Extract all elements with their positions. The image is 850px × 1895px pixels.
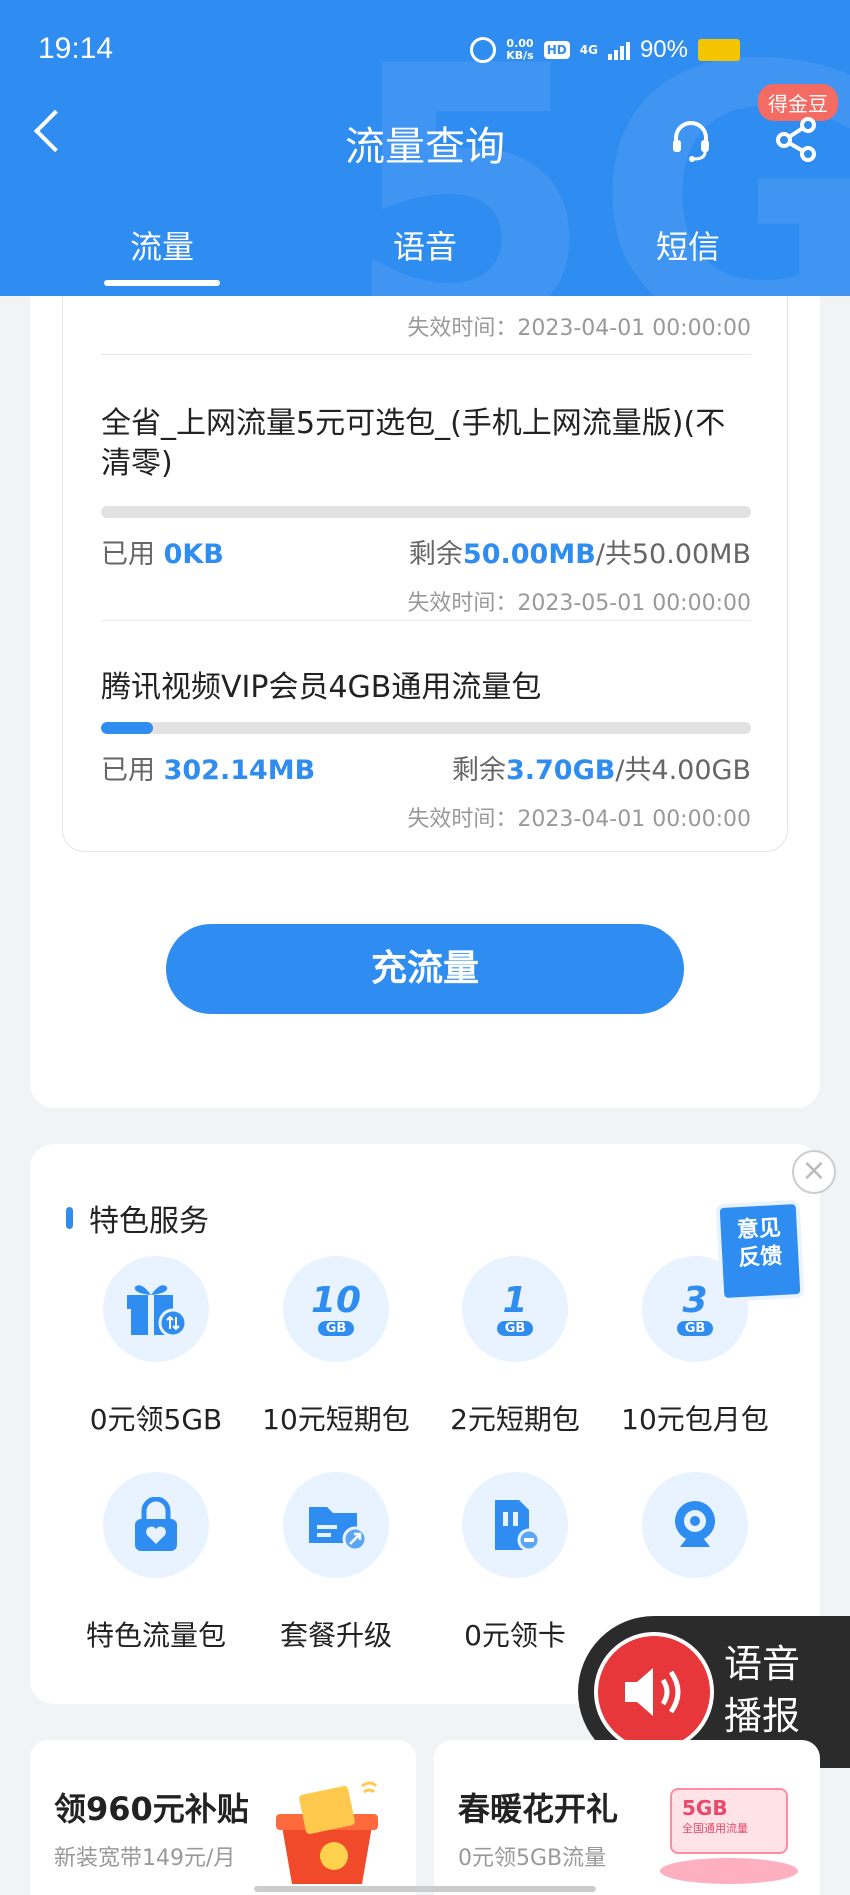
service-special-pack[interactable]: 特色流量包: [71, 1472, 241, 1654]
usage-row: 已用 302.14MB 剩余3.70GB/共4.00GB: [101, 748, 751, 787]
package-name: 全省_上网流量5元可选包_(手机上网流量版)(不清零): [101, 406, 726, 481]
camera-icon: [675, 1501, 715, 1547]
3gb-icon: 3 GB: [676, 1282, 714, 1336]
lock-heart-icon: [135, 1497, 177, 1551]
home-indicator[interactable]: [254, 1886, 596, 1892]
section-marker: [66, 1207, 73, 1229]
service-free-card[interactable]: 0元领卡: [430, 1472, 600, 1654]
service-label: 10元包月包: [621, 1403, 769, 1436]
status-time: 19:14: [38, 32, 114, 65]
service-label: 0元领卡: [464, 1619, 566, 1652]
service-2-short[interactable]: 1 GB 2元短期包: [430, 1256, 600, 1438]
header: 5G 19:14 0.00 KB/s HD 4G 90% 流量查询 得金豆 流量…: [0, 0, 850, 296]
5gb-coupon-image: 5GB 全国通用流量: [670, 1788, 788, 1854]
service-label: 特色流量包: [85, 1619, 226, 1652]
close-icon[interactable]: ×: [792, 1150, 836, 1194]
expire-time: 失效时间：2023-04-01 00:00:00: [407, 316, 751, 341]
page-title: 流量查询: [345, 124, 505, 170]
service-free-5gb[interactable]: 0元领5GB: [71, 1256, 241, 1438]
usage-bar: [101, 506, 751, 518]
tab-bar: 流量 语音 短信: [0, 222, 850, 286]
previous-package-tail: 失效时间：2023-04-01 00:00:00: [101, 310, 751, 342]
speaker-icon: [594, 1632, 714, 1752]
folder-upgrade-icon: [309, 1507, 367, 1551]
recharge-button[interactable]: 充流量: [166, 924, 684, 1014]
usage-row: 已用 0KB 剩余50.00MB/共50.00MB: [101, 532, 751, 571]
battery-icon: [698, 39, 740, 61]
10gb-icon: 10 GB: [310, 1279, 362, 1336]
promo-broadband[interactable]: 领960元补贴 新装宽带149元/月: [30, 1740, 416, 1895]
feedback-button[interactable]: 意见 反馈: [715, 1199, 805, 1303]
service-label: 套餐升级: [279, 1619, 392, 1652]
package-item[interactable]: 全省_上网流量5元可选包_(手机上网流量版)(不清零) 已用 0KB 剩余50.…: [101, 404, 751, 617]
promo-subtitle: 0元领5GB流量: [458, 1846, 607, 1871]
remaining-amount: 剩余50.00MB/共50.00MB: [408, 539, 751, 570]
share-icon[interactable]: [774, 116, 820, 162]
voice-label: 语音 播报: [724, 1642, 801, 1738]
used-amount: 已用 0KB: [101, 539, 224, 570]
section-header: 特色服务: [66, 1196, 209, 1240]
promo-spring-gift[interactable]: 春暖花开礼 0元领5GB流量 5GB 全国通用流量: [434, 1740, 820, 1895]
battery-percent: 90%: [639, 36, 688, 63]
tab-voice[interactable]: 语音: [355, 222, 495, 268]
used-amount: 已用 302.14MB: [101, 755, 316, 786]
usage-bar-fill: [101, 722, 153, 734]
1gb-icon: 1 GB: [496, 1282, 534, 1336]
service-label: 0元领5GB: [89, 1403, 223, 1436]
divider: [101, 620, 751, 621]
section-title: 特色服务: [89, 1204, 209, 1239]
customer-service-icon[interactable]: [668, 118, 714, 164]
signal-type: 4G: [579, 43, 598, 57]
coupon-pedestal: [660, 1858, 798, 1884]
promo-title: 春暖花开礼: [458, 1790, 619, 1828]
gift-icon: [127, 1285, 188, 1338]
tab-sms[interactable]: 短信: [618, 222, 758, 268]
expire-time: 失效时间：2023-04-01 00:00:00: [407, 807, 751, 832]
divider: [101, 354, 751, 355]
gift-box-image: [276, 1781, 378, 1884]
status-bar: 19:14 0.00 KB/s HD 4G 90%: [0, 0, 850, 100]
tab-data[interactable]: 流量: [92, 222, 232, 286]
service-label: 10元短期包: [262, 1403, 410, 1436]
status-icons: 0.00 KB/s HD 4G 90%: [470, 36, 740, 64]
hd-icon: HD: [543, 41, 570, 59]
service-10-short[interactable]: 10 GB 10元短期包: [251, 1256, 421, 1438]
usage-bar: [101, 722, 751, 734]
promo-title: 领960元补贴: [54, 1790, 249, 1828]
alarm-icon: [470, 37, 497, 63]
sim-card-icon: [495, 1500, 541, 1552]
remaining-amount: 剩余3.70GB/共4.00GB: [451, 755, 751, 786]
service-label: 2元短期包: [450, 1403, 580, 1436]
package-item[interactable]: 腾讯视频VIP会员4GB通用流量包 已用 302.14MB 剩余3.70GB/共…: [101, 668, 751, 833]
package-name: 腾讯视频VIP会员4GB通用流量包: [101, 670, 542, 705]
package-list-card: 失效时间：2023-04-01 00:00:00 全省_上网流量5元可选包_(手…: [30, 296, 820, 1108]
expire-time: 失效时间：2023-05-01 00:00:00: [407, 591, 751, 616]
package-list: 失效时间：2023-04-01 00:00:00 全省_上网流量5元可选包_(手…: [62, 296, 788, 852]
signal-icon: [607, 40, 630, 60]
net-speed: 0.00 KB/s: [506, 37, 534, 62]
service-plan-upgrade[interactable]: 套餐升级: [251, 1472, 421, 1654]
promo-subtitle: 新装宽带149元/月: [54, 1846, 236, 1871]
